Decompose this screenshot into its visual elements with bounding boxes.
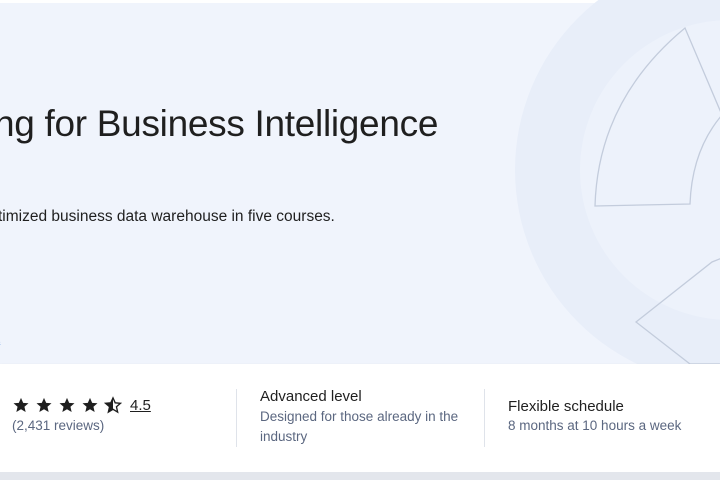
- stat-divider: [484, 389, 485, 447]
- level-title: Advanced level: [260, 388, 362, 405]
- program-title: ng for Business Intelligence: [0, 103, 439, 144]
- review-count: (2,431 reviews): [12, 418, 105, 433]
- half-star-icon: [104, 396, 122, 414]
- star-icon: [36, 397, 52, 413]
- program-description: timized business data warehouse in five …: [0, 208, 335, 225]
- schedule-title: Flexible schedule: [508, 398, 624, 415]
- star-icon: [59, 397, 75, 413]
- rating-stars: 4.5: [12, 396, 151, 414]
- hero-banner: ng for Business Intelligence timized bus…: [0, 0, 720, 364]
- level-subtitle: Designed for those already in the indust…: [260, 409, 459, 444]
- star-icon: [13, 397, 29, 413]
- schedule-subtitle: 8 months at 10 hours a week: [508, 418, 682, 433]
- page-bottom-strip: [0, 472, 720, 480]
- rating-value-link[interactable]: 4.5: [130, 397, 151, 414]
- decorative-ring-graphic: [515, 0, 720, 364]
- stat-divider: [236, 389, 237, 447]
- star-icon: [82, 397, 98, 413]
